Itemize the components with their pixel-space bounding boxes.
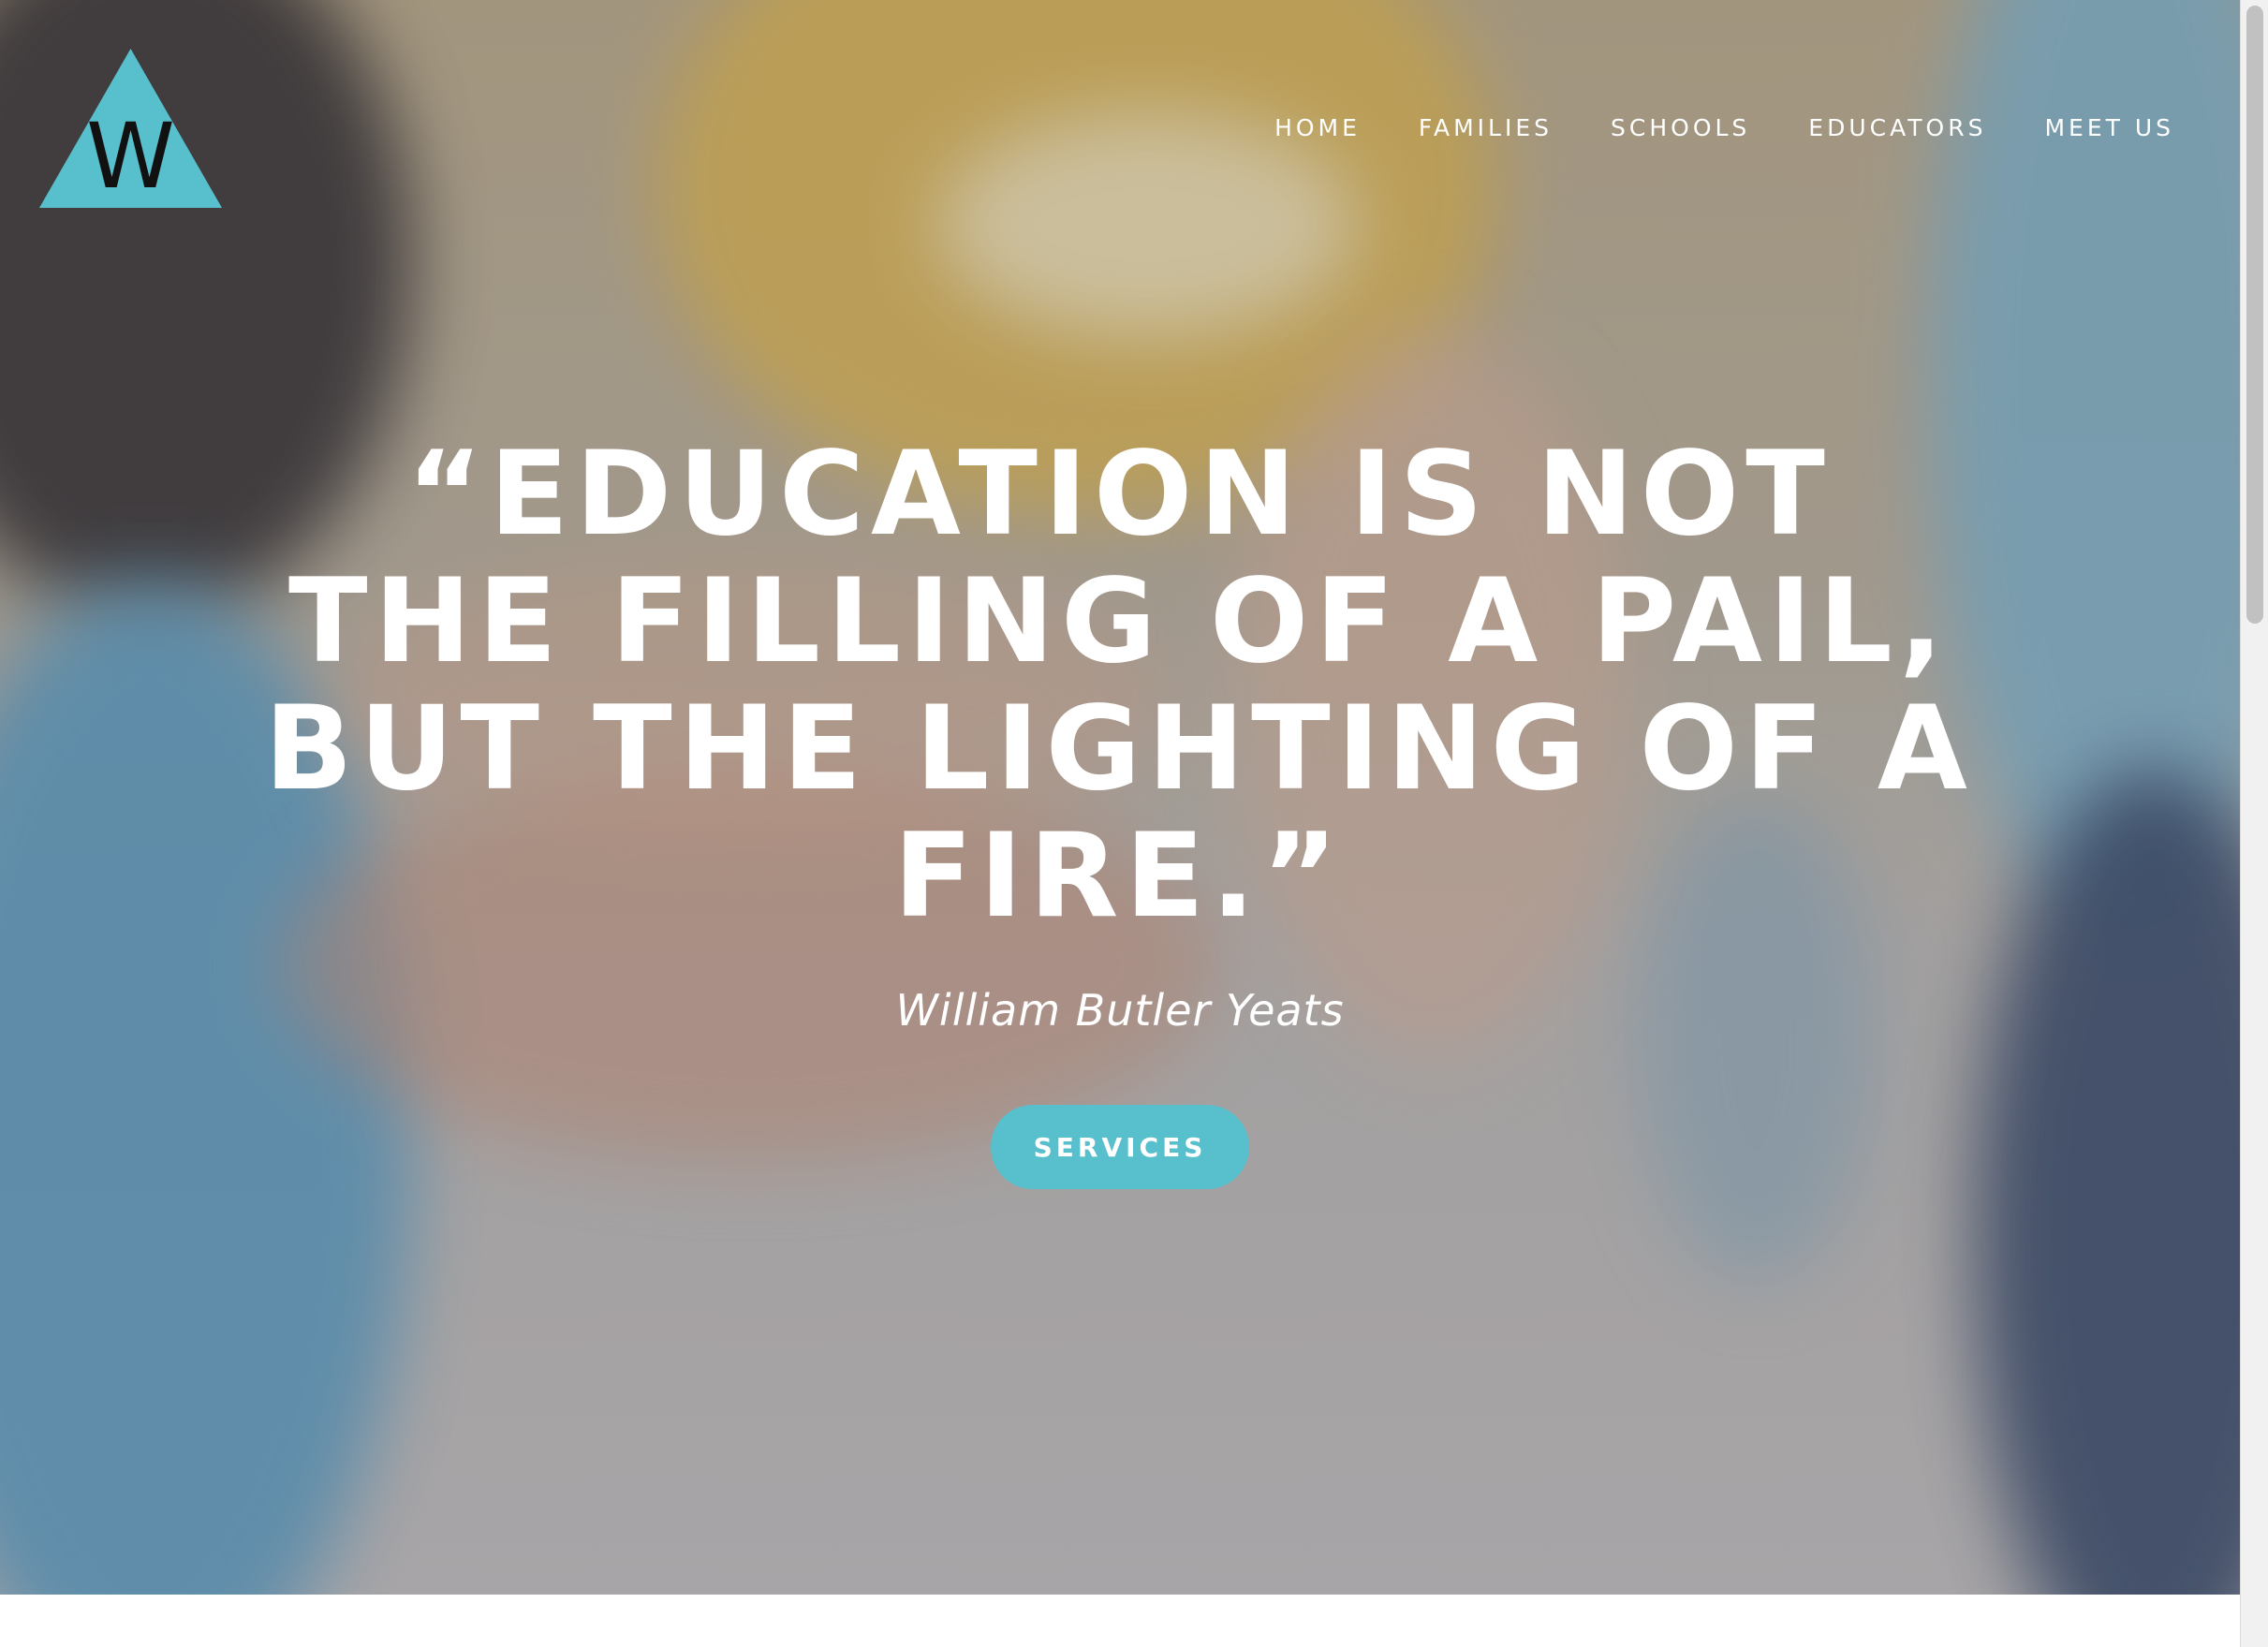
vertical-scrollbar[interactable] xyxy=(2240,0,2268,1647)
logo-letter: W xyxy=(86,104,175,208)
hero-section: W HOME FAMILIES SCHOOLS EDUCATORS MEET U… xyxy=(0,0,2240,1595)
nav-item-home[interactable]: HOME xyxy=(1274,114,1361,141)
quote-line: BUT THE LIGHTING OF A xyxy=(264,682,1974,816)
nav-item-meet-us[interactable]: MEET US xyxy=(2044,114,2174,141)
services-button[interactable]: SERVICES xyxy=(991,1105,1249,1189)
page: W HOME FAMILIES SCHOOLS EDUCATORS MEET U… xyxy=(0,0,2268,1647)
main-nav: HOME FAMILIES SCHOOLS EDUCATORS MEET US xyxy=(1274,114,2174,141)
quote-line: “EDUCATION IS NOT xyxy=(406,427,1832,562)
quote-line: THE FILLING OF A PAIL, xyxy=(287,554,1951,689)
triangle-logo-icon: W xyxy=(39,49,222,208)
nav-item-educators[interactable]: EDUCATORS xyxy=(1808,114,1986,141)
quote-line: FIRE.” xyxy=(893,809,1345,944)
site-logo[interactable]: W xyxy=(39,49,222,208)
scrollbar-thumb[interactable] xyxy=(2246,6,2263,624)
hero-quote: “EDUCATION IS NOT THE FILLING OF A PAIL,… xyxy=(183,431,2055,940)
quote-author: William Butler Yeats xyxy=(895,985,1345,1036)
nav-item-schools[interactable]: SCHOOLS xyxy=(1611,114,1750,141)
nav-item-families[interactable]: FAMILIES xyxy=(1419,114,1553,141)
